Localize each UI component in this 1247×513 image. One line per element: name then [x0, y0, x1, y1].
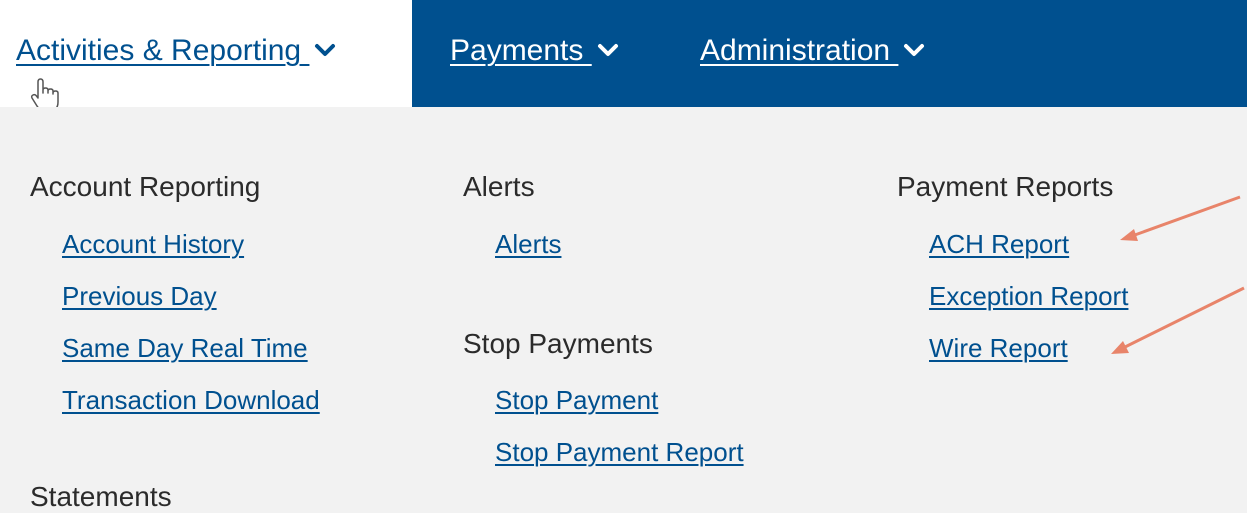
nav-payments-label: Payments	[450, 34, 592, 67]
nav-administration-label: Administration	[700, 34, 899, 67]
link-wire-report[interactable]: Wire Report	[929, 333, 1068, 364]
nav-administration[interactable]: Administration	[700, 34, 926, 68]
link-stop-payment[interactable]: Stop Payment	[495, 385, 658, 416]
heading-statements: Statements	[30, 481, 172, 512]
nav-activities-reporting[interactable]: Activities & Reporting	[16, 34, 337, 68]
link-exception-report[interactable]: Exception Report	[929, 281, 1128, 312]
heading-account-reporting: Account Reporting	[30, 171, 261, 202]
link-previous-day[interactable]: Previous Day	[62, 281, 217, 312]
heading-alerts: Alerts	[463, 171, 535, 202]
link-ach-report[interactable]: ACH Report	[929, 229, 1069, 260]
nav-payments[interactable]: Payments	[450, 34, 620, 68]
heading-payment-reports: Payment Reports	[897, 171, 1114, 202]
link-alerts[interactable]: Alerts	[495, 229, 561, 260]
chevron-down-icon	[315, 44, 336, 56]
heading-stop-payments: Stop Payments	[463, 328, 653, 359]
chevron-down-icon	[597, 44, 618, 56]
nav-activities-reporting-label: Activities & Reporting	[16, 34, 310, 67]
top-nav-bar: Activities & Reporting Payments Administ…	[0, 0, 1247, 112]
link-account-history[interactable]: Account History	[62, 229, 244, 260]
link-stop-payment-report[interactable]: Stop Payment Report	[495, 437, 744, 468]
chevron-down-icon	[904, 44, 925, 56]
link-transaction-download[interactable]: Transaction Download	[62, 385, 320, 416]
link-same-day-real-time[interactable]: Same Day Real Time	[62, 333, 308, 364]
